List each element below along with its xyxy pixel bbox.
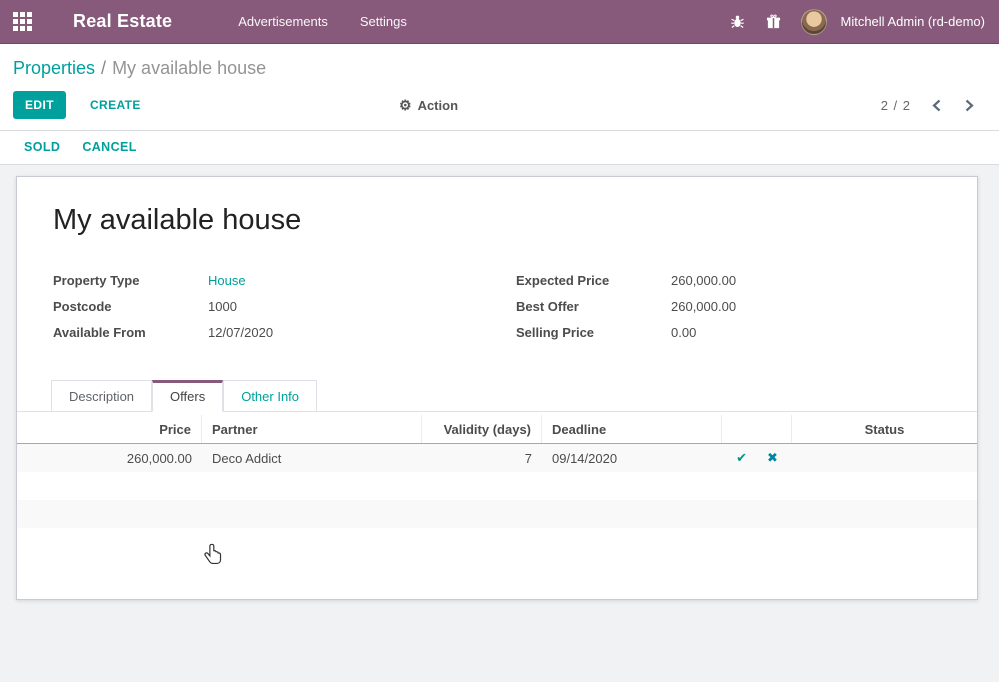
menu-settings[interactable]: Settings	[348, 8, 419, 35]
form-sheet: My available house Property Type House P…	[16, 176, 978, 600]
offers-table: Price Partner Validity (days) Deadline S…	[17, 415, 977, 528]
menu-advertisements[interactable]: Advertisements	[226, 8, 340, 35]
sold-button[interactable]: SOLD	[24, 140, 60, 154]
field-label: Selling Price	[516, 325, 671, 340]
field-value: 260,000.00	[671, 299, 736, 314]
action-label: Action	[418, 98, 458, 113]
action-menu[interactable]: ⚙ Action	[399, 97, 458, 114]
pager-next-icon[interactable]	[964, 99, 975, 112]
field-selling-price: Selling Price 0.00	[516, 325, 955, 340]
field-label: Available From	[53, 325, 208, 340]
field-value: 260,000.00	[671, 273, 736, 288]
offer-price[interactable]: 260,000.00	[17, 444, 202, 472]
column-header-validity[interactable]: Validity (days)	[422, 415, 542, 443]
accept-offer-check-icon[interactable]: ✔	[736, 451, 747, 466]
notebook-tabs: Description Offers Other Info	[17, 379, 977, 412]
field-label: Expected Price	[516, 273, 671, 288]
empty-row	[17, 500, 977, 528]
pager-value: 2 / 2	[881, 98, 911, 113]
navbar-right: Mitchell Admin (rd-demo)	[723, 7, 999, 37]
record-title: My available house	[53, 204, 977, 237]
field-value: 0.00	[671, 325, 696, 340]
breadcrumb-current: My available house	[112, 58, 266, 78]
pager-previous-icon[interactable]	[931, 99, 942, 112]
table-row[interactable]: 260,000.00 Deco Addict 7 09/14/2020 ✔ ✖	[17, 444, 977, 472]
column-header-actions	[722, 415, 792, 443]
offer-partner[interactable]: Deco Addict	[202, 444, 422, 472]
offer-actions: ✔ ✖	[722, 444, 792, 472]
offer-status	[792, 444, 977, 472]
field-column-right: Expected Price 260,000.00 Best Offer 260…	[516, 273, 955, 340]
column-header-price[interactable]: Price	[17, 415, 202, 443]
control-panel: Properties/My available house	[0, 44, 999, 83]
tab-offers[interactable]: Offers	[152, 380, 223, 412]
offer-validity[interactable]: 7	[422, 444, 542, 472]
form-statusbar: SOLD CANCEL	[0, 131, 999, 165]
pager: 2 / 2	[881, 98, 975, 113]
field-grid: Property Type House Postcode 1000 Availa…	[53, 273, 955, 340]
create-button[interactable]: CREATE	[84, 91, 147, 119]
main-menu: Advertisements Settings	[226, 8, 419, 35]
offer-deadline[interactable]: 09/14/2020	[542, 444, 722, 472]
field-available-from: Available From 12/07/2020	[53, 325, 492, 340]
debug-bug-icon[interactable]	[723, 7, 753, 37]
tab-description[interactable]: Description	[51, 380, 152, 412]
top-navbar: Real Estate Advertisements Settings	[0, 0, 999, 44]
app-brand[interactable]: Real Estate	[73, 11, 172, 32]
field-column-left: Property Type House Postcode 1000 Availa…	[53, 273, 492, 340]
field-label: Best Offer	[516, 299, 671, 314]
empty-row	[17, 472, 977, 500]
field-label: Property Type	[53, 273, 208, 288]
button-bar: EDIT CREATE ⚙ Action 2 / 2	[0, 83, 999, 131]
form-view: My available house Property Type House P…	[0, 165, 999, 682]
breadcrumb-separator: /	[95, 58, 112, 78]
refuse-offer-x-icon[interactable]: ✖	[767, 451, 778, 466]
column-header-deadline[interactable]: Deadline	[542, 415, 722, 443]
field-label: Postcode	[53, 299, 208, 314]
field-postcode: Postcode 1000	[53, 299, 492, 314]
field-property-type: Property Type House	[53, 273, 492, 288]
user-menu[interactable]: Mitchell Admin (rd-demo)	[841, 14, 986, 29]
column-header-partner[interactable]: Partner	[202, 415, 422, 443]
field-value: 12/07/2020	[208, 325, 273, 340]
property-type-link[interactable]: House	[208, 273, 246, 288]
offers-table-header: Price Partner Validity (days) Deadline S…	[17, 415, 977, 444]
field-expected-price: Expected Price 260,000.00	[516, 273, 955, 288]
field-best-offer: Best Offer 260,000.00	[516, 299, 955, 314]
gift-icon[interactable]	[759, 7, 789, 37]
breadcrumb: Properties/My available house	[13, 58, 999, 79]
cancel-button[interactable]: CANCEL	[82, 140, 136, 154]
apps-menu-icon[interactable]	[13, 12, 33, 32]
tab-other-info[interactable]: Other Info	[223, 380, 317, 412]
breadcrumb-properties-link[interactable]: Properties	[13, 58, 95, 78]
gear-icon: ⚙	[399, 97, 412, 114]
edit-button[interactable]: EDIT	[13, 91, 66, 119]
field-value: 1000	[208, 299, 237, 314]
user-avatar[interactable]	[801, 9, 827, 35]
column-header-status[interactable]: Status	[792, 415, 977, 443]
